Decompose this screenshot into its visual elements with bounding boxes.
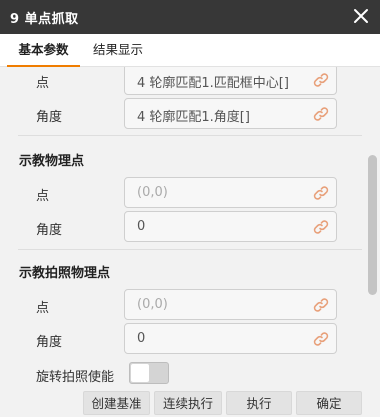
field-label: 点 bbox=[36, 301, 50, 316]
field-label: 角度 bbox=[36, 335, 63, 350]
divider bbox=[18, 249, 362, 250]
photo-angle-input[interactable]: 0 bbox=[124, 323, 337, 354]
field-row-angle: 角度 0 bbox=[0, 323, 366, 355]
link-icon[interactable] bbox=[312, 330, 330, 348]
toggle-knob bbox=[131, 364, 149, 382]
footer-bar: 创建基准 连续执行 执行 确定 bbox=[0, 389, 380, 417]
tab-result-display[interactable]: 结果显示 bbox=[82, 34, 154, 67]
vertical-scrollbar[interactable] bbox=[366, 67, 380, 389]
window-title: 9 单点抓取 bbox=[10, 12, 79, 27]
params-panel: 点 4 轮廓匹配1.匹配框中心[] 角度 4 轮廓匹配1.角度[] 示教物理点 … bbox=[0, 67, 380, 389]
field-label: 点 bbox=[36, 76, 50, 91]
field-row-point: 点 (0,0) bbox=[0, 289, 366, 321]
field-value: 0 bbox=[137, 331, 146, 346]
link-icon[interactable] bbox=[312, 218, 330, 236]
tab-bar: 基本参数 结果显示 bbox=[0, 34, 380, 67]
scrollbar-thumb[interactable] bbox=[368, 155, 377, 295]
tab-basic-params[interactable]: 基本参数 bbox=[7, 34, 80, 67]
section-title-teach-photo-physical-point: 示教拍照物理点 bbox=[19, 266, 111, 281]
link-icon[interactable] bbox=[312, 105, 330, 123]
field-row-angle: 角度 0 bbox=[0, 211, 366, 243]
field-value: 4 轮廓匹配1.角度[] bbox=[137, 110, 250, 125]
run-button[interactable]: 执行 bbox=[226, 391, 292, 415]
teach-point-input[interactable]: (0,0) bbox=[124, 177, 337, 208]
divider bbox=[18, 135, 362, 136]
angle-input[interactable]: 4 轮廓匹配1.角度[] bbox=[124, 98, 337, 129]
photo-point-input[interactable]: (0,0) bbox=[124, 289, 337, 320]
create-baseline-button[interactable]: 创建基准 bbox=[83, 391, 150, 415]
teach-angle-input[interactable]: 0 bbox=[124, 211, 337, 242]
rotate-photo-toggle[interactable] bbox=[129, 362, 169, 384]
field-value: (0,0) bbox=[137, 185, 168, 200]
rotate-photo-toggle-row: 旋转拍照使能 bbox=[0, 362, 366, 386]
section-title-teach-physical-point: 示教物理点 bbox=[19, 154, 85, 169]
link-icon[interactable] bbox=[312, 71, 330, 89]
field-value: 4 轮廓匹配1.匹配框中心[] bbox=[137, 76, 289, 91]
field-label: 角度 bbox=[36, 110, 63, 125]
field-value: 0 bbox=[137, 219, 146, 234]
continuous-run-button[interactable]: 连续执行 bbox=[154, 391, 222, 415]
field-label: 点 bbox=[36, 189, 50, 204]
field-label: 角度 bbox=[36, 223, 63, 238]
close-icon[interactable] bbox=[350, 5, 372, 27]
field-row-angle: 角度 4 轮廓匹配1.角度[] bbox=[0, 98, 366, 130]
field-row-point: 点 4 轮廓匹配1.匹配框中心[] bbox=[0, 67, 366, 96]
field-row-point: 点 (0,0) bbox=[0, 177, 366, 209]
link-icon[interactable] bbox=[312, 296, 330, 314]
field-value: (0,0) bbox=[137, 297, 168, 312]
link-icon[interactable] bbox=[312, 184, 330, 202]
title-bar: 9 单点抓取 bbox=[0, 0, 380, 34]
confirm-button[interactable]: 确定 bbox=[296, 391, 362, 415]
point-input[interactable]: 4 轮廓匹配1.匹配框中心[] bbox=[124, 67, 337, 95]
toggle-label: 旋转拍照使能 bbox=[36, 370, 115, 385]
